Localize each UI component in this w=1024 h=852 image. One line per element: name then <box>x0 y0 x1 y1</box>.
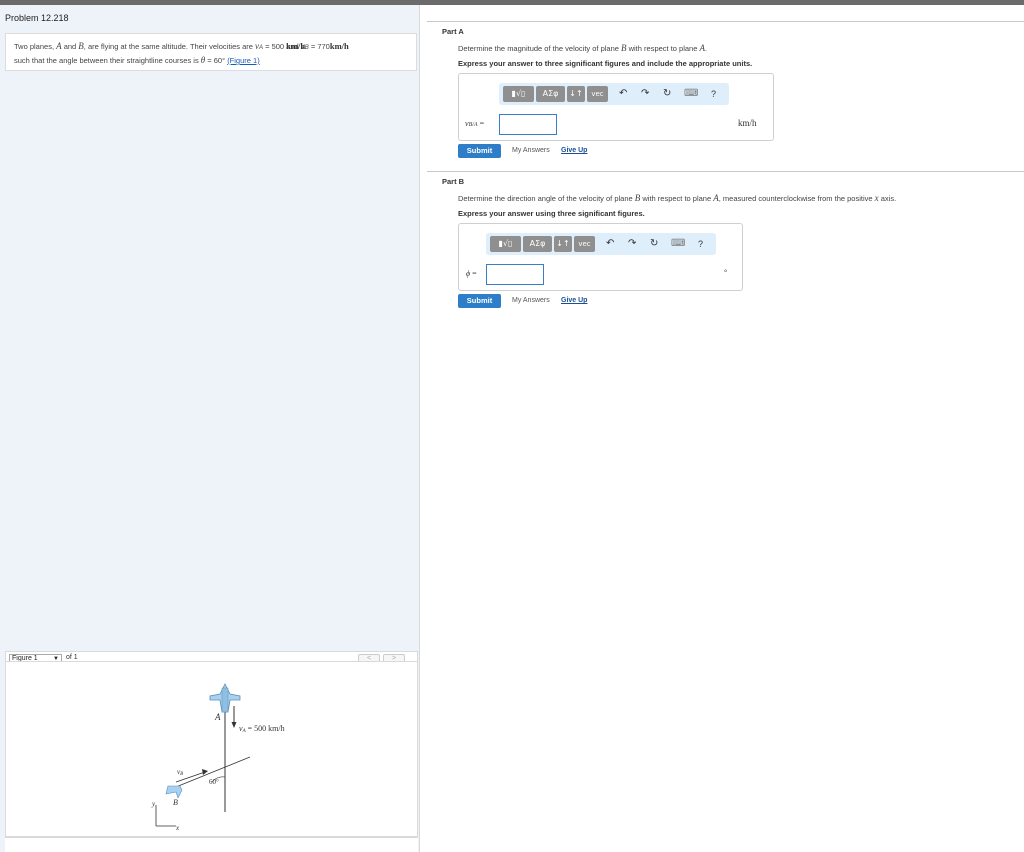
part-a-variable-label: vB/A = <box>465 119 485 128</box>
vector-button[interactable]: vec <box>574 236 595 252</box>
part-b-unit: ° <box>724 268 728 277</box>
part-a-submit-button[interactable]: Submit <box>458 144 501 158</box>
figure-vb-label: vB <box>177 768 183 777</box>
part-b-variable-label: ϕ = <box>466 269 477 278</box>
problem-statement: Two planes, A and B, are flying at the s… <box>5 33 417 71</box>
subscript-superscript-button[interactable]: ↓↑ <box>554 236 572 252</box>
part-b-answer-input[interactable] <box>486 264 544 285</box>
part-a-give-up-link[interactable]: Give Up <box>561 147 587 154</box>
vector-button[interactable]: vec <box>587 86 608 102</box>
questions-panel: Part A Determine the magnitude of the ve… <box>427 5 1024 852</box>
problem-title: Problem 12.218 <box>5 13 69 23</box>
part-b-instruction: Determine the direction angle of the vel… <box>458 193 897 203</box>
part-a-answer-input[interactable] <box>499 114 557 135</box>
plane-a-icon <box>209 683 241 713</box>
figure-bottom-strip <box>5 837 418 852</box>
reset-icon[interactable]: ↻ <box>650 237 658 251</box>
axis-x-label: x <box>175 824 180 832</box>
part-b-give-up-link[interactable]: Give Up <box>561 297 587 304</box>
figure-va-label: vA = 500 km/h <box>239 724 285 734</box>
part-a-my-answers-link[interactable]: My Answers <box>512 147 550 154</box>
plane-b-icon <box>165 785 183 799</box>
part-a-toolbar: ▮√▯ ΑΣφ ↓↑ vec ↶ ↷ ↻ ⌨ ? <box>499 83 729 105</box>
part-a-unit: km/h <box>738 118 757 128</box>
part-b-toolbar: ▮√▯ ΑΣφ ↓↑ vec ↶ ↷ ↻ ⌨ ? <box>486 233 716 255</box>
subscript-superscript-button[interactable]: ↓↑ <box>567 86 585 102</box>
va-arrowhead <box>231 722 237 728</box>
part-a-label[interactable]: Part A <box>442 27 464 36</box>
axis-y-label: y <box>151 800 156 808</box>
part-a-answer-box: ▮√▯ ΑΣφ ↓↑ vec ↶ ↷ ↻ ⌨ ? vB/A = km/h <box>458 73 774 141</box>
part-b-format-instruction: Express your answer using three signific… <box>458 209 645 218</box>
templates-button[interactable]: ▮√▯ <box>490 236 521 252</box>
greek-symbols-button[interactable]: ΑΣφ <box>523 236 552 252</box>
part-a-format-instruction: Express your answer to three significant… <box>458 59 753 68</box>
figure-link[interactable]: (Figure 1) <box>227 56 260 65</box>
undo-icon[interactable]: ↶ <box>619 87 627 101</box>
keyboard-icon[interactable]: ⌨ <box>671 237 685 251</box>
part-b-answer-box: ▮√▯ ΑΣφ ↓↑ vec ↶ ↷ ↻ ⌨ ? ϕ = ° <box>458 223 743 291</box>
problem-panel: Problem 12.218 Two planes, A and B, are … <box>0 5 420 852</box>
templates-button[interactable]: ▮√▯ <box>503 86 534 102</box>
greek-symbols-button[interactable]: ΑΣφ <box>536 86 565 102</box>
part-b-divider <box>427 171 1024 172</box>
figure-label-a: A <box>214 712 221 722</box>
part-b-submit-button[interactable]: Submit <box>458 294 501 308</box>
redo-icon[interactable]: ↷ <box>628 237 636 251</box>
part-a-divider <box>427 21 1024 22</box>
redo-icon[interactable]: ↷ <box>641 87 649 101</box>
figure-label-b: B <box>173 798 178 807</box>
reset-icon[interactable]: ↻ <box>663 87 671 101</box>
keyboard-icon[interactable]: ⌨ <box>684 87 698 101</box>
figure-area: A vA = 500 km/h vB B 60° y x <box>5 661 418 837</box>
undo-icon[interactable]: ↶ <box>606 237 614 251</box>
figure-count: of 1 <box>66 654 78 661</box>
help-icon[interactable]: ? <box>698 237 703 251</box>
part-b-label[interactable]: Part B <box>442 177 464 186</box>
help-icon[interactable]: ? <box>711 87 716 101</box>
part-a-instruction: Determine the magnitude of the velocity … <box>458 43 708 53</box>
figure-diagram: A vA = 500 km/h vB B 60° y x <box>151 683 285 832</box>
part-b-my-answers-link[interactable]: My Answers <box>512 297 550 304</box>
figure-angle-label: 60° <box>209 778 219 786</box>
